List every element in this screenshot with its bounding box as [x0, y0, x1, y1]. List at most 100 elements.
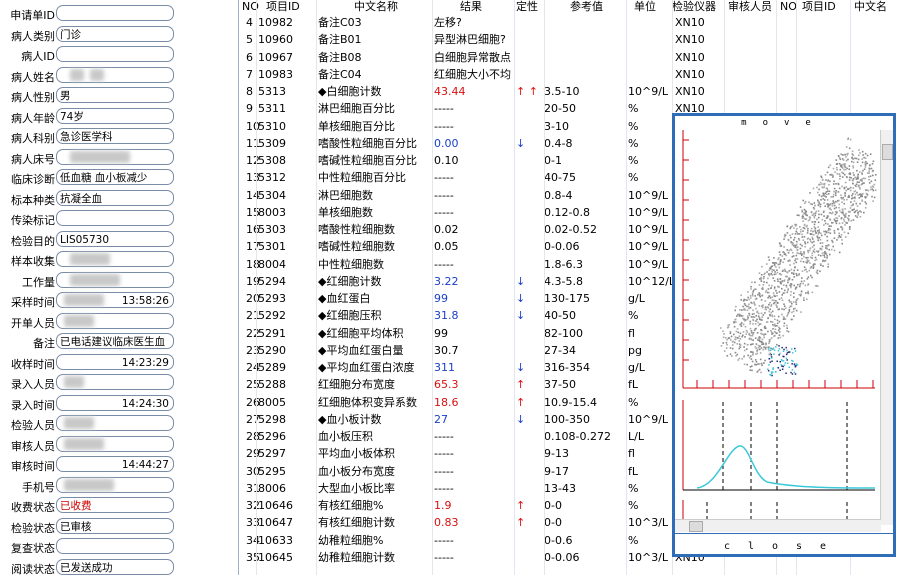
scatter-point: [760, 341, 763, 344]
scatter-point: [874, 179, 877, 181]
scatter-point: [769, 374, 772, 376]
table-row[interactable]: 6 10967 备注B08 白细胞异常散点 XN10: [240, 49, 900, 67]
scatter-point: [811, 221, 813, 223]
histogram-popup[interactable]: move close: [672, 113, 896, 557]
row-ref: 10.9-15.4: [544, 395, 597, 409]
form-field[interactable]: 74岁: [56, 107, 174, 124]
form-field[interactable]: 已发送成功: [56, 558, 174, 575]
scatter-point: [767, 370, 770, 372]
scatter-point: [781, 294, 783, 296]
scatter-point: [833, 204, 836, 207]
table-row[interactable]: 5 10960 备注B01 异型淋巴细胞? XN10: [240, 31, 900, 49]
form-field[interactable]: 14:44:27: [56, 456, 174, 472]
scatter-point: [770, 273, 772, 275]
redacted-mask: [64, 376, 84, 388]
scatter-point: [810, 227, 813, 230]
scatter-point: [795, 309, 798, 312]
scatter-point: [757, 315, 760, 318]
scatter-point: [749, 306, 752, 309]
form-field[interactable]: 急诊医学科: [56, 128, 174, 144]
scatter-point: [856, 191, 858, 194]
scatter-point: [846, 222, 848, 224]
scatter-point: [820, 254, 822, 257]
hscroll-thumb[interactable]: [689, 521, 703, 532]
scatter-point: [852, 193, 854, 195]
scatter-point: [753, 316, 756, 318]
scatter-point: [743, 363, 746, 366]
redacted-mask: [70, 273, 120, 286]
form-field[interactable]: 14:24:30: [56, 394, 174, 411]
scatter-point: [841, 239, 843, 241]
form-field[interactable]: LIS05730: [56, 230, 174, 247]
scatter-point: [768, 340, 771, 343]
scatter-point: [786, 271, 789, 274]
header-cn-name-2: 中文名: [854, 0, 887, 13]
form-label: 病人姓名: [11, 70, 55, 84]
row-unit: fl: [628, 447, 635, 461]
form-field[interactable]: 门诊: [56, 25, 174, 42]
popup-vertical-scrollbar[interactable]: [880, 130, 893, 525]
form-field[interactable]: [56, 46, 174, 62]
scatter-point: [722, 336, 725, 339]
row-ref: 40-50: [544, 309, 576, 323]
scatter-point: [732, 344, 734, 346]
scatter-point: [872, 174, 874, 177]
row-result: 0.00: [434, 136, 459, 150]
row-device: XN10: [675, 85, 705, 98]
scroll-thumb[interactable]: [882, 144, 893, 160]
scatter-point: [750, 358, 753, 360]
scatter-point: [727, 326, 730, 328]
scatter-point: [795, 301, 797, 303]
form-field[interactable]: 男: [56, 87, 174, 103]
scatter-point: [801, 236, 804, 238]
popup-horizontal-scrollbar[interactable]: [675, 519, 881, 532]
redacted-mask: [64, 294, 104, 306]
table-row[interactable]: 85313◆白细胞计数43.44↑ ↑ ↑3.5-1010^9/LXN10: [240, 83, 900, 101]
form-row: 病人类别 门诊: [0, 25, 238, 45]
scatter-point: [771, 372, 773, 375]
row-result: 30.7: [434, 343, 459, 357]
scatter-point: [740, 315, 743, 317]
form-field[interactable]: [56, 5, 174, 21]
scatter-point: [843, 218, 845, 221]
scatter-point: [796, 228, 798, 230]
scatter-point: [843, 165, 846, 168]
scatter-point: [851, 194, 853, 197]
scatter-point: [794, 373, 797, 375]
scatter-point: [820, 195, 823, 198]
form-field[interactable]: 已收费: [56, 497, 174, 513]
popup-close-button[interactable]: close: [675, 541, 893, 552]
scatter-point: [806, 257, 808, 259]
row-unit: 10^3/L: [628, 550, 669, 564]
form-field[interactable]: [56, 210, 174, 226]
table-row[interactable]: 4 10982 备注C03 左移? XN10: [240, 14, 900, 32]
form-field[interactable]: [56, 538, 174, 554]
form-field[interactable]: 已电话建议临床医生血: [56, 333, 174, 349]
popup-move-handle[interactable]: move: [675, 118, 893, 128]
scatter-point: [848, 168, 850, 171]
scatter-point: [785, 284, 788, 287]
row-unit: 10^3/L: [628, 516, 669, 530]
row-unit: 10^9/L: [628, 85, 669, 98]
form-row: 病人ID: [0, 45, 238, 65]
scatter-point: [738, 314, 741, 317]
form-field[interactable]: 14:23:29: [56, 353, 174, 370]
scatter-point: [807, 229, 809, 232]
scatter-point: [735, 305, 737, 308]
scatter-point: [821, 186, 823, 188]
scatter-point: [795, 286, 797, 289]
row-unit: fl: [628, 326, 635, 340]
scatter-point: [857, 194, 859, 196]
header-cn-name: 中文名称: [354, 0, 398, 13]
scatter-point: [826, 239, 829, 242]
form-field[interactable]: 低血糖 血小板减少: [56, 169, 174, 185]
scatter-point: [743, 349, 746, 352]
row-result: -----: [434, 481, 454, 495]
row-result: -----: [434, 205, 454, 219]
table-row[interactable]: 7 10983 备注C04 红细胞大小不均 XN10: [240, 66, 900, 84]
scatter-point: [736, 337, 739, 339]
form-field[interactable]: 已审核: [56, 517, 174, 534]
scatter-point: [838, 209, 841, 212]
scatter-point: [811, 246, 814, 248]
form-field[interactable]: 抗凝全血: [56, 189, 174, 206]
